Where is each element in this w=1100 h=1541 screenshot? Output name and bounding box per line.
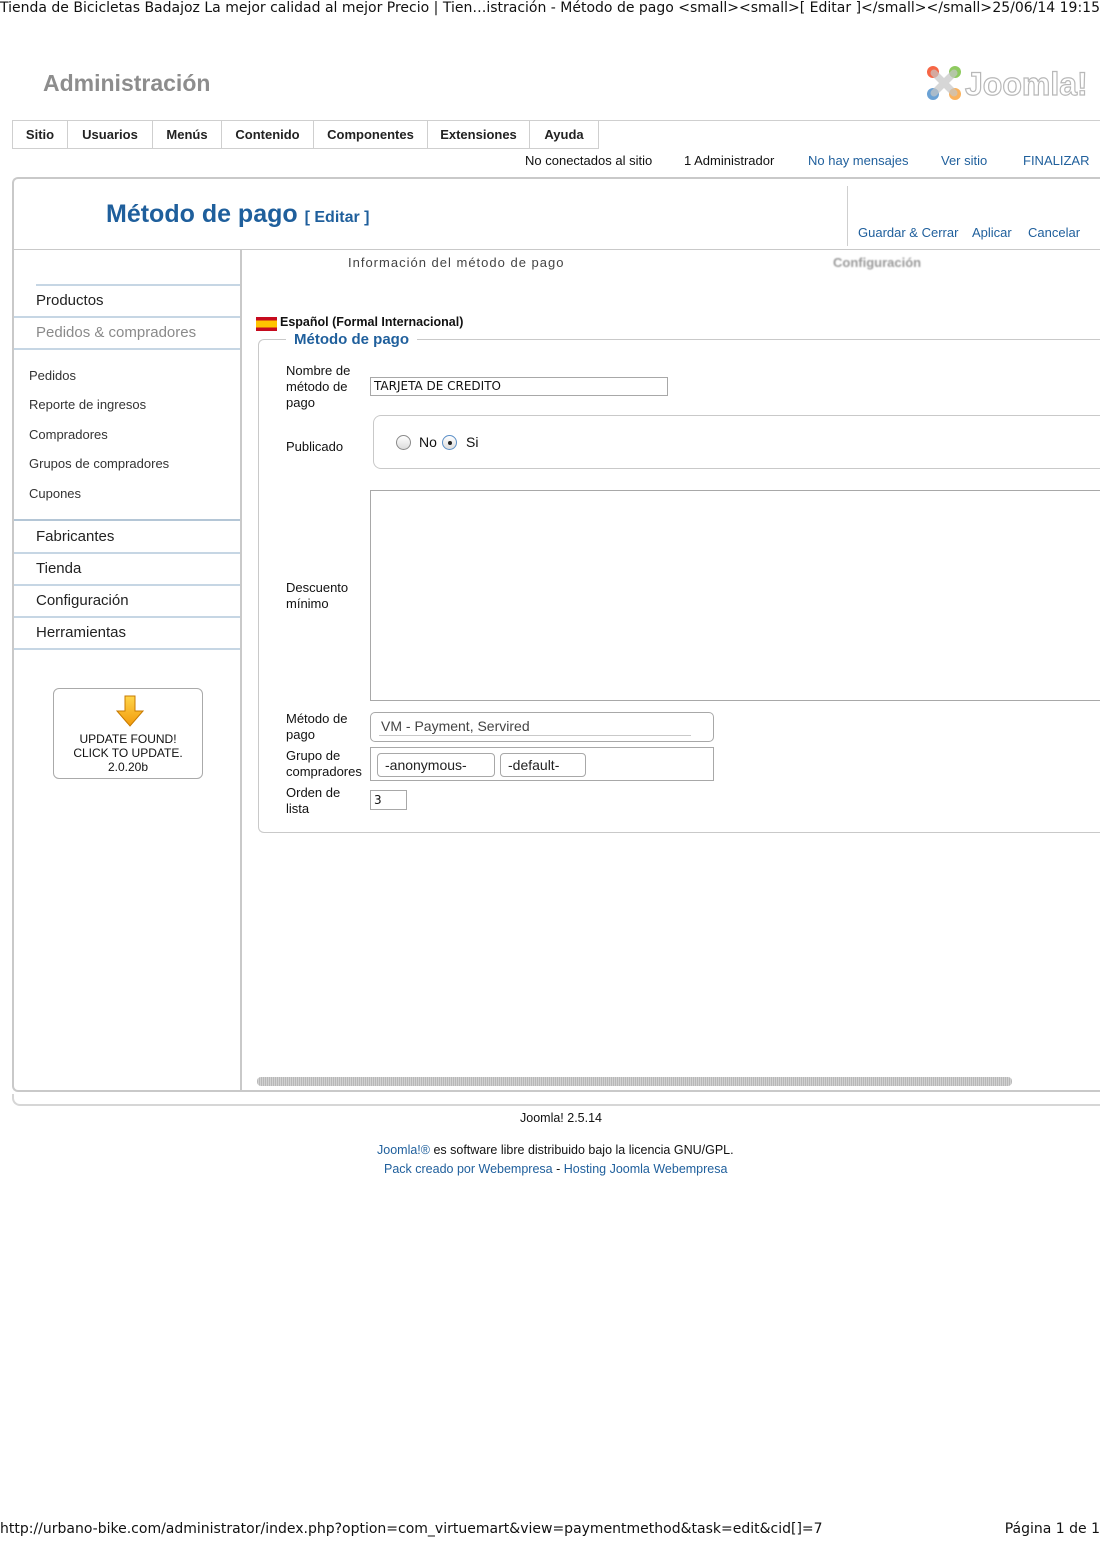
payment-method-selected: VM - Payment, Servired: [381, 718, 530, 734]
horizontal-scrollbar[interactable]: [257, 1077, 1012, 1086]
joomla-version: Joomla! 2.5.14: [520, 1111, 602, 1125]
cancel-button[interactable]: Cancelar: [1028, 225, 1080, 240]
published-no-radio[interactable]: [396, 435, 411, 450]
published-yes-radio[interactable]: [442, 435, 457, 450]
joomla-link[interactable]: Joomla!®: [377, 1143, 430, 1157]
buyer-group-chip[interactable]: -anonymous-: [377, 753, 495, 777]
list-order-input[interactable]: 3: [370, 790, 407, 810]
menu-sitio[interactable]: Sitio: [12, 121, 68, 149]
credits-separator: -: [552, 1162, 564, 1176]
logout-link[interactable]: FINALIZAR: [1023, 153, 1089, 168]
save-close-button[interactable]: Guardar & Cerrar: [858, 225, 958, 240]
language-label: Español (Formal Internacional): [280, 315, 464, 329]
buyer-group-label: Grupo de compradores: [286, 748, 362, 779]
webempresa-pack-link[interactable]: Pack creado por Webempresa: [384, 1162, 553, 1176]
sidebar-divider: [240, 250, 242, 1090]
sidebar-link-buyers[interactable]: Compradores: [29, 427, 108, 442]
menu-menus[interactable]: Menús: [153, 121, 222, 149]
menu-usuarios[interactable]: Usuarios: [68, 121, 153, 149]
apply-button[interactable]: Aplicar: [972, 225, 1012, 240]
admin-title: Administración: [43, 70, 211, 96]
published-no-label: No: [419, 434, 437, 450]
name-label: Nombre de método de pago: [286, 363, 351, 410]
top-menu: Sitio Usuarios Menús Contenido Component…: [12, 120, 1100, 178]
sidebar-item-manufacturers[interactable]: Fabricantes: [36, 528, 114, 545]
sidebar-divider-line: [14, 616, 240, 618]
update-text-line1: UPDATE FOUND!: [79, 732, 177, 746]
joomla-logo: Joomla!: [925, 64, 1088, 104]
credits-line: Pack creado por Webempresa - Hosting Joo…: [384, 1162, 727, 1176]
toolbar-separator: [847, 186, 848, 246]
published-label: Publicado: [286, 439, 344, 454]
page-title-text: Método de pago: [106, 200, 298, 228]
minimum-discount-editor[interactable]: [370, 490, 1100, 701]
sidebar-item-shop[interactable]: Tienda: [36, 560, 81, 577]
sidebar-divider-line: [14, 519, 240, 521]
print-datetime: 25/06/14 19:15: [992, 0, 1100, 16]
sidebar-divider-line: [14, 648, 240, 650]
sidebar-link-coupons[interactable]: Cupones: [29, 486, 81, 501]
method-label: Método de pago: [286, 711, 348, 742]
update-text-line3: 2.0.20b: [107, 760, 149, 774]
sidebar-item-configuration[interactable]: Configuración: [36, 592, 129, 609]
license-text: es software libre distribuido bajo la li…: [429, 1143, 734, 1157]
menu-componentes[interactable]: Componentes: [314, 121, 428, 149]
view-site-link[interactable]: Ver sitio: [941, 153, 987, 168]
buyer-group-chip[interactable]: -default-: [500, 753, 586, 777]
payment-name-input[interactable]: TARJETA DE CREDITO: [370, 377, 668, 396]
list-order-label: Orden de lista: [286, 785, 341, 816]
sidebar-divider-line: [14, 552, 240, 554]
sidebar-item-tools[interactable]: Herramientas: [36, 624, 126, 641]
discount-label: Descuento mínimo: [286, 580, 349, 611]
menu-contenido[interactable]: Contenido: [222, 121, 314, 149]
joomla-wordmark: Joomla!: [964, 65, 1088, 102]
print-page-number: Página 1 de 1: [1004, 1521, 1100, 1537]
published-yes-label: Si: [466, 434, 479, 450]
update-button[interactable]: UPDATE FOUND! CLICK TO UPDATE. 2.0.20b: [53, 688, 203, 779]
menu-ayuda[interactable]: Ayuda: [530, 121, 599, 149]
sidebar-link-buyer-groups[interactable]: Grupos de compradores: [29, 456, 169, 471]
tab-configuration[interactable]: Configuración: [833, 255, 921, 270]
sidebar-link-orders[interactable]: Pedidos: [29, 368, 76, 383]
sidebar-link-revenue-report[interactable]: Reporte de ingresos: [29, 397, 146, 412]
tab-payment-info[interactable]: Información del método de pago: [348, 255, 564, 270]
page-title: Método de pago [ Editar ]: [106, 200, 370, 229]
download-arrow-icon: [116, 695, 144, 727]
payment-method-select[interactable]: VM - Payment, Servired: [370, 712, 714, 742]
fieldset-legend: Método de pago: [286, 331, 417, 348]
status-not-connected: No conectados al sitio: [525, 153, 653, 168]
published-radio-group: [373, 415, 1100, 469]
sidebar-divider-line: [14, 584, 240, 586]
menu-extensiones[interactable]: Extensiones: [428, 121, 530, 149]
buyer-group-select[interactable]: -anonymous- -default-: [370, 747, 714, 781]
sidebar-item-orders-buyers[interactable]: Pedidos & compradores: [36, 324, 196, 341]
select-underline: [379, 735, 691, 736]
sidebar-item-products[interactable]: Productos: [36, 292, 104, 309]
header-divider: [14, 249, 1100, 250]
page-subtitle: [ Editar ]: [304, 209, 370, 226]
status-messages-link[interactable]: No hay mensajes: [808, 153, 908, 168]
print-page-title: Tienda de Bicicletas Badajoz La mejor ca…: [0, 0, 992, 16]
main-panel-shadow: [12, 1094, 1100, 1106]
sidebar-divider-line: [36, 284, 240, 286]
joomla-icon: [927, 66, 961, 100]
status-admins: 1 Administrador: [684, 153, 775, 168]
spain-flag-icon: [256, 317, 277, 331]
webempresa-hosting-link[interactable]: Hosting Joomla Webempresa: [564, 1162, 728, 1176]
sidebar-divider-line: [14, 348, 240, 350]
license-line: Joomla!® es software libre distribuido b…: [377, 1143, 734, 1157]
print-url: http://urbano-bike.com/administrator/ind…: [0, 1521, 823, 1537]
update-text-line2: CLICK TO UPDATE.: [73, 746, 183, 760]
sidebar-divider-line: [14, 316, 240, 318]
